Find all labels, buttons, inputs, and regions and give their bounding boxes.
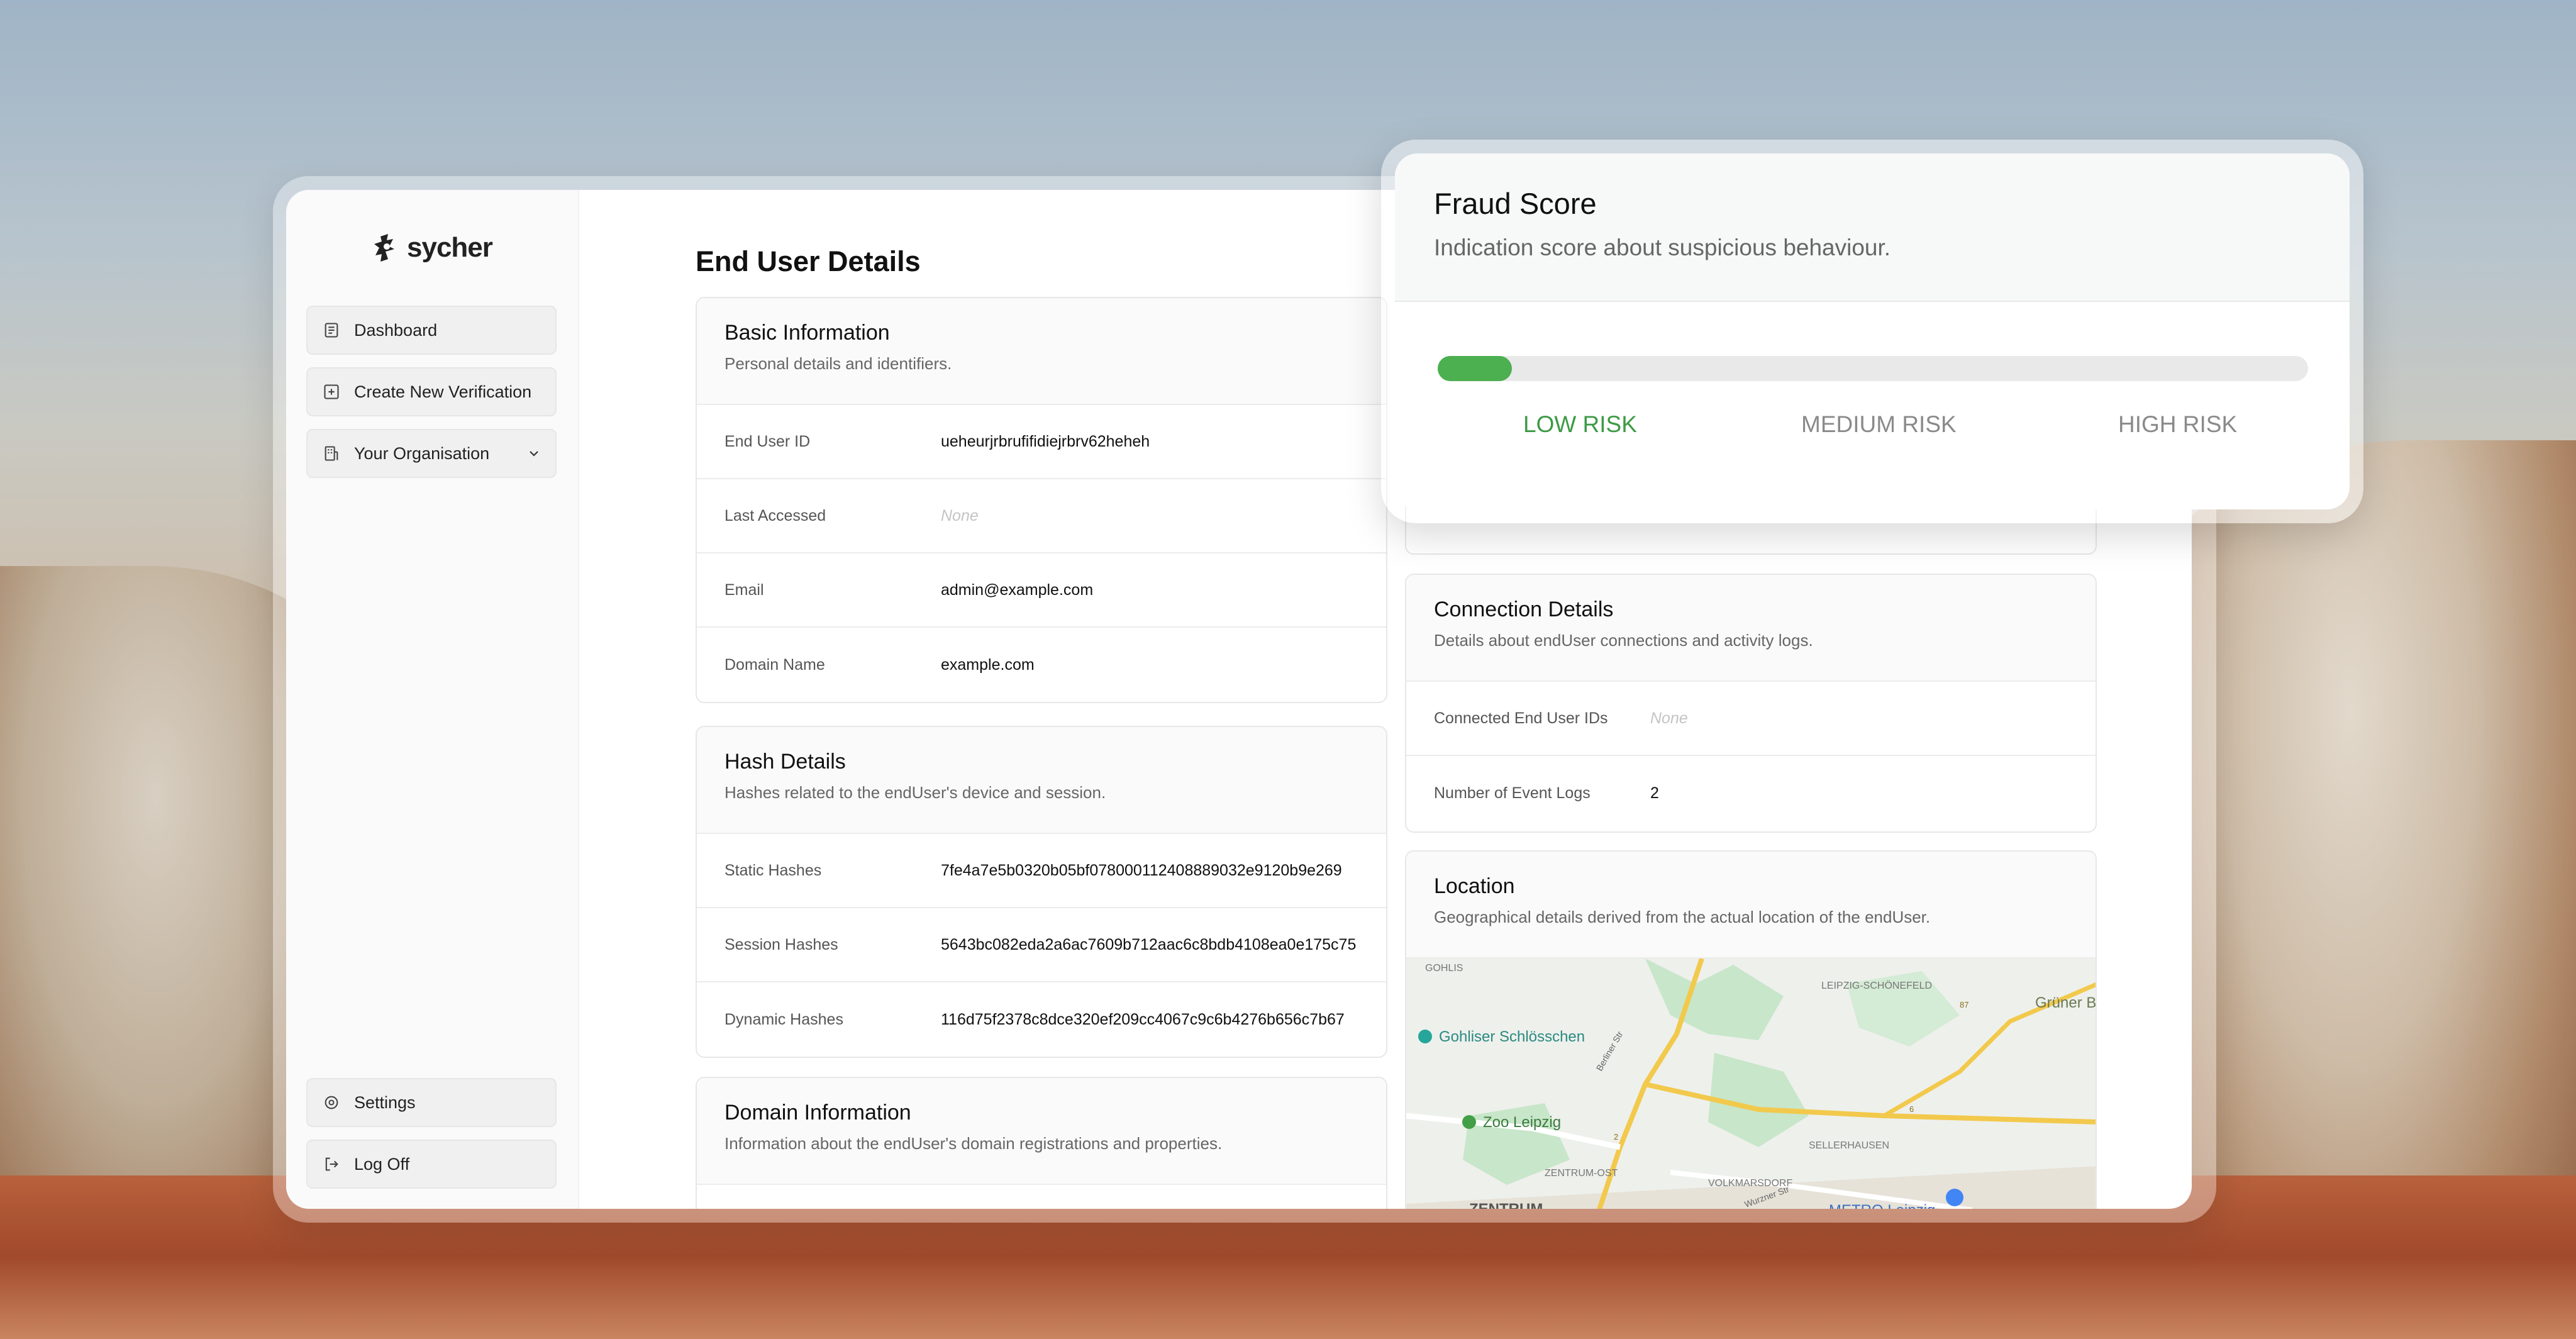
detail-row: End User ID ueheurjrbrufifidiejrbrv62heh… — [697, 405, 1386, 479]
row-value[interactable]: 7fe4a7e5b0320b05bf0780001124088890​32e91… — [941, 862, 1342, 880]
card-subtitle: Personal details and identifiers. — [724, 354, 952, 373]
chevron-down-icon[interactable] — [526, 446, 541, 461]
detail-row: Number of Event Logs 2 — [1406, 756, 2096, 830]
map-label-sellerhausen: SELLERHAUSEN — [1809, 1140, 1889, 1151]
row-label: Last Accessed — [724, 506, 826, 525]
location-card: Location Geographical details derived fr… — [1405, 850, 2097, 1209]
connection-details-card: Connection Details Details about endUser… — [1405, 574, 2097, 833]
basic-information-card: Basic Information Personal details and i… — [696, 297, 1387, 703]
sidebar-item-label: Your Organisation — [354, 443, 490, 463]
map-label-zentrum: ZENTRUM — [1469, 1201, 1543, 1209]
row-label: Connected End User IDs — [1434, 709, 1608, 727]
logo-text: sycher — [407, 232, 493, 263]
row-value[interactable]: example.com — [941, 656, 1035, 674]
row-value: None — [941, 506, 979, 525]
road-number-87: 87 — [1960, 1000, 1968, 1009]
logo[interactable]: sycher — [373, 230, 493, 265]
gear-icon — [325, 1096, 338, 1109]
row-label: Email — [724, 581, 764, 599]
map-label-gohlis: GOHLIS — [1425, 963, 1463, 974]
row-value[interactable]: admin@example.com — [941, 581, 1093, 599]
card-subtitle: Hashes related to the endUser's device a… — [724, 783, 1106, 802]
hash-details-card: Hash Details Hashes related to the endUs… — [696, 726, 1387, 1058]
sidebar-item-label: Log Off — [354, 1154, 410, 1174]
card-header: Location Geographical details derived fr… — [1406, 852, 2096, 958]
fraud-score-bar — [1438, 356, 2308, 381]
map-label-zentrum-ost: ZENTRUM-OST — [1545, 1168, 1618, 1179]
risk-label-high: HIGH RISK — [2118, 411, 2238, 437]
map-label-schlosschen: Gohliser Schlösschen — [1439, 1028, 1585, 1045]
sidebar-item-label: Dashboard — [354, 320, 438, 340]
map-label-zoo: Zoo Leipzig — [1483, 1114, 1561, 1131]
poi-pin-icon — [1418, 1030, 1432, 1043]
detail-row: Domain Name example.com — [697, 628, 1386, 702]
card-subtitle: Details about endUser connections and ac… — [1434, 631, 1813, 650]
map-graphic: GOHLIS LEIPZIG-SCHÖNEFELD Grüner Bog Goh… — [1406, 957, 2097, 1209]
logo-icon — [374, 234, 394, 262]
map-label-schonefeld: LEIPZIG-SCHÖNEFELD — [1821, 980, 1932, 991]
sidebar-item-your-organisation[interactable]: Your Organisation — [306, 429, 557, 478]
card-title: Basic Information — [724, 321, 890, 345]
fraud-score-subtitle: Indication score about suspicious behavi… — [1434, 235, 1891, 260]
fraud-score-header: Fraud Score Indication score about suspi… — [1395, 153, 2350, 302]
detail-row: Dynamic Hashes 116d75f2378c8dce320ef209c… — [697, 982, 1386, 1057]
card-title: Hash Details — [724, 750, 846, 774]
map-label-gruner-bogen: Grüner Bog — [2035, 994, 2097, 1011]
row-label: Dynamic Hashes — [724, 1010, 843, 1028]
row-label: Session Hashes — [724, 935, 838, 953]
row-label: End User ID — [724, 432, 811, 450]
sidebar-item-dashboard[interactable]: Dashboard — [306, 306, 557, 355]
location-map[interactable]: GOHLIS LEIPZIG-SCHÖNEFELD Grüner Bog Goh… — [1406, 957, 2097, 1209]
detail-row: Email admin@example.com — [697, 553, 1386, 628]
add-square-icon — [324, 384, 339, 399]
row-value[interactable]: 2 — [1650, 784, 1659, 803]
sidebar: sycher Dashboard Create New Verification… — [286, 190, 579, 1209]
card-subtitle: Information about the endUser's domain r… — [724, 1134, 1223, 1153]
detail-row: Connected End User IDs None — [1406, 682, 2096, 756]
row-value[interactable]: 116d75f2378c8dce320ef209cc4067c9c6b4276b… — [941, 1011, 1345, 1029]
sidebar-item-create-verification[interactable]: Create New Verification — [306, 367, 557, 416]
poi-pin-icon — [1462, 1115, 1476, 1129]
row-value[interactable]: 5643bc082eda2a6ac7609b712aac6c8bdb4108ea… — [941, 936, 1356, 954]
sidebar-item-label: Create New Verification — [354, 382, 532, 401]
sidebar-item-settings[interactable]: Settings — [306, 1078, 557, 1127]
risk-label-medium: MEDIUM RISK — [1801, 411, 1957, 437]
fraud-score-card: Fraud Score Indication score about suspi… — [1395, 153, 2350, 509]
card-header: Basic Information Personal details and i… — [697, 298, 1386, 405]
row-value: None — [1650, 709, 1688, 727]
dashboard-icon — [325, 323, 338, 338]
card-subtitle: Geographical details derived from the ac… — [1434, 908, 1931, 926]
building-icon — [325, 446, 338, 461]
card-header: Hash Details Hashes related to the endUs… — [697, 727, 1386, 834]
logout-icon — [325, 1157, 338, 1171]
row-label: Static Hashes — [724, 861, 822, 879]
card-title: Location — [1434, 874, 1515, 898]
card-header: Domain Information Information about the… — [697, 1078, 1386, 1185]
risk-label-low: LOW RISK — [1523, 411, 1637, 437]
fraud-score-title: Fraud Score — [1434, 187, 1597, 220]
detail-row: Static Hashes 7fe4a7e5b0320b05bf07800011… — [697, 834, 1386, 908]
fraud-score-fill — [1438, 356, 1512, 381]
card-header: Connection Details Details about endUser… — [1406, 575, 2096, 682]
detail-row: Session Hashes 5643bc082eda2a6ac7609b712… — [697, 908, 1386, 982]
domain-information-card: Domain Information Information about the… — [696, 1077, 1387, 1209]
card-title: Connection Details — [1434, 597, 1614, 621]
poi-pin-icon — [1946, 1189, 1963, 1206]
page-title: End User Details — [696, 245, 921, 277]
road-number-2: 2 — [1614, 1132, 1618, 1142]
road-number-6: 6 — [1909, 1104, 1914, 1114]
map-label-metro: METRO Leipzig — [1829, 1202, 1935, 1209]
sidebar-item-label: Settings — [354, 1092, 416, 1112]
detail-row: Last Accessed None — [697, 479, 1386, 553]
row-value[interactable]: ueheurjrbrufifidiejrbrv62heheh — [941, 433, 1150, 451]
row-label: Domain Name — [724, 655, 825, 674]
card-title: Domain Information — [724, 1101, 911, 1125]
sidebar-item-log-off[interactable]: Log Off — [306, 1140, 557, 1189]
row-label: Number of Event Logs — [1434, 784, 1591, 802]
